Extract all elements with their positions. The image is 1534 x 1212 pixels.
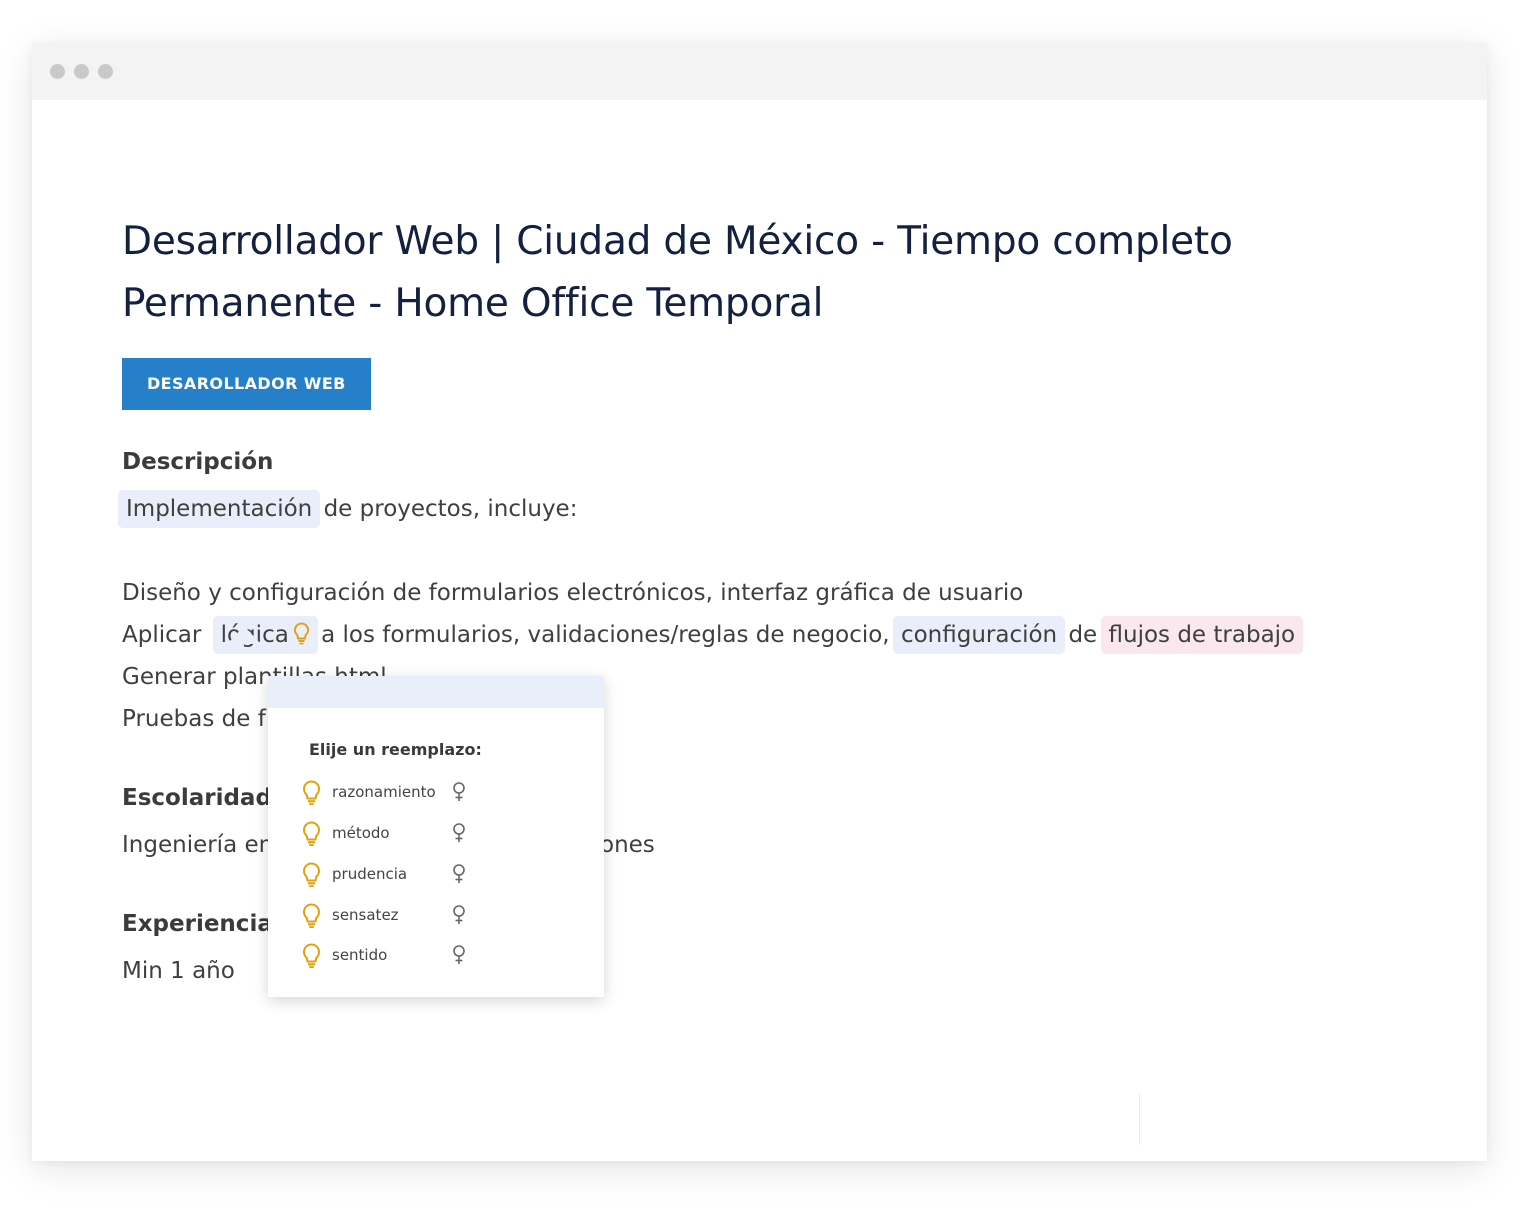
escolaridad-text-left: Ingeniería en	[122, 832, 274, 858]
divider	[1139, 1093, 1140, 1145]
replacement-option[interactable]: método	[302, 819, 472, 849]
female-symbol-icon	[452, 905, 466, 929]
option-label: sensatez	[332, 906, 399, 924]
female-symbol-icon	[452, 782, 466, 806]
descripcion-intro: Implementación de proyectos, incluye:	[118, 488, 578, 530]
job-title: Desarrollador Web | Ciudad de México - T…	[122, 211, 1422, 335]
window-minimize-dot[interactable]	[74, 64, 89, 79]
highlight-flujos-de-trabajo[interactable]: flujos de trabajo	[1100, 616, 1304, 654]
replacement-option[interactable]: sensatez	[302, 901, 472, 931]
female-symbol-icon	[452, 945, 466, 969]
popup-pointer	[227, 626, 261, 644]
job-category-tag[interactable]: DESAROLLADOR WEB	[122, 358, 371, 410]
experiencia-text: Min 1 año	[122, 958, 235, 984]
descripcion-line4: Pruebas de f	[122, 706, 266, 732]
replacement-option[interactable]: prudencia	[302, 860, 472, 890]
window-titlebar	[32, 43, 1487, 100]
descripcion-line1: Diseño y configuración de formularios el…	[122, 580, 1024, 606]
female-symbol-icon	[452, 823, 466, 847]
window-close-dot[interactable]	[50, 64, 65, 79]
descripcion-line2: Aplicar lógica a los formularios, valida…	[122, 614, 1304, 659]
job-title-line1: Desarrollador Web | Ciudad de México - T…	[122, 219, 1233, 264]
highlight-implementacion[interactable]: Implementación	[118, 490, 321, 528]
lightbulb-icon	[302, 780, 321, 810]
escolaridad-heading: Escolaridad	[122, 785, 272, 811]
lightbulb-icon	[302, 903, 321, 933]
job-title-line2: Permanente - Home Office Temporal	[122, 281, 824, 326]
window-maximize-dot[interactable]	[98, 64, 113, 79]
job-posting: Desarrollador Web | Ciudad de México - T…	[118, 211, 1422, 984]
option-label: prudencia	[332, 865, 408, 883]
replacement-option[interactable]: razonamiento	[302, 778, 472, 808]
experiencia-heading: Experiencia	[122, 911, 273, 937]
intro-rest: de proyectos, incluye:	[316, 496, 578, 522]
highlight-configuracion[interactable]: configuración	[892, 616, 1066, 654]
option-label: razonamiento	[332, 783, 436, 801]
browser-window: Desarrollador Web | Ciudad de México - T…	[32, 43, 1487, 1161]
female-symbol-icon	[452, 864, 466, 888]
option-label: método	[332, 824, 390, 842]
escolaridad-text-right: ones	[600, 832, 655, 858]
lightbulb-icon[interactable]	[293, 617, 310, 659]
popup-title: Elije un reemplazo:	[309, 740, 482, 759]
descripcion-heading: Descripción	[122, 449, 274, 475]
replacement-option[interactable]: sentido	[302, 941, 472, 971]
lightbulb-icon	[302, 862, 321, 892]
line2-prefix: Aplicar	[122, 622, 209, 648]
line2-de: de	[1061, 622, 1105, 648]
option-label: sentido	[332, 946, 388, 964]
replacement-popup: Elije un reemplazo: razonamiento método …	[268, 676, 604, 997]
popup-header	[268, 676, 604, 708]
line2-mid: a los formularios, validaciones/reglas d…	[313, 622, 897, 648]
lightbulb-icon	[302, 943, 321, 973]
lightbulb-icon	[302, 821, 321, 851]
